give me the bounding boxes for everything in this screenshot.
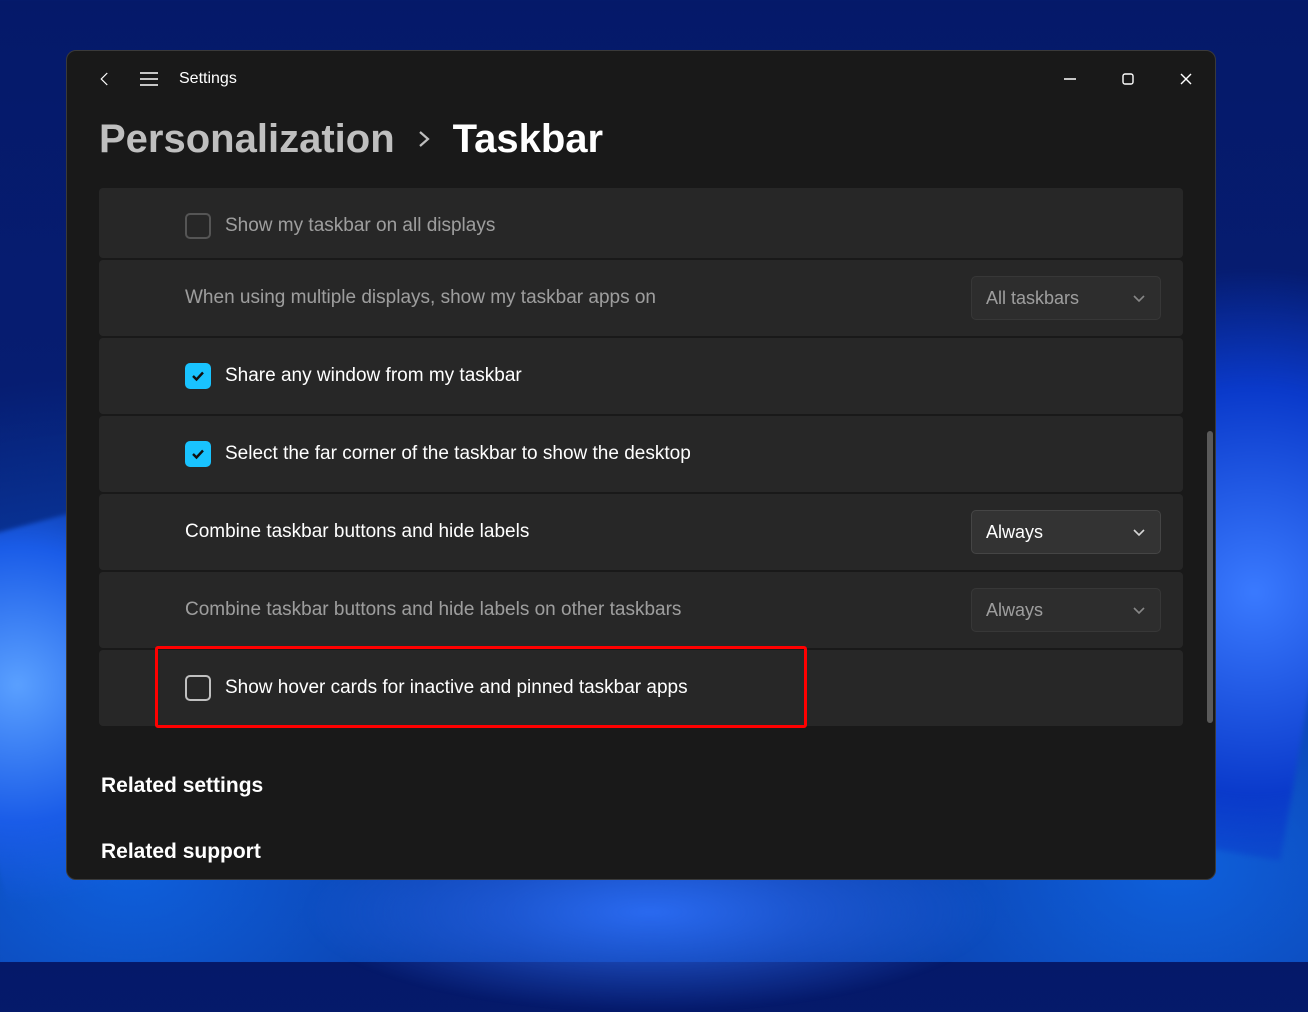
settings-window: Settings Personalization Taskbar Show [66,50,1216,880]
dropdown-value: Always [986,600,1043,621]
hamburger-menu-icon[interactable] [127,57,171,101]
row-show-all-displays: Show my taskbar on all displays [99,188,1183,258]
label-combine-other: Combine taskbar buttons and hide labels … [185,599,681,621]
breadcrumb: Personalization Taskbar [99,117,1183,162]
back-button[interactable] [83,57,127,101]
window-controls [1041,57,1215,101]
label-combine: Combine taskbar buttons and hide labels [185,521,529,543]
chevron-down-icon [1132,522,1146,543]
app-title: Settings [179,70,237,88]
row-hover-cards: Show hover cards for inactive and pinned… [99,650,1183,726]
titlebar: Settings [67,51,1215,107]
row-combine: Combine taskbar buttons and hide labels … [99,494,1183,570]
close-button[interactable] [1157,57,1215,101]
breadcrumb-current: Taskbar [453,117,603,162]
label-hover-cards: Show hover cards for inactive and pinned… [225,677,688,699]
chevron-right-icon [417,128,431,154]
row-multi-show-on: When using multiple displays, show my ta… [99,260,1183,336]
checkbox-hover-cards[interactable] [185,675,211,701]
label-share-window: Share any window from my taskbar [225,365,522,387]
minimize-button[interactable] [1041,57,1099,101]
row-far-corner: Select the far corner of the taskbar to … [99,416,1183,492]
dropdown-multi-show-on[interactable]: All taskbars [971,276,1161,320]
content-area: Personalization Taskbar Show my taskbar … [67,107,1215,879]
checkbox-show-all-displays[interactable] [185,213,211,239]
checkbox-far-corner[interactable] [185,441,211,467]
chevron-down-icon [1132,288,1146,309]
label-show-all-displays: Show my taskbar on all displays [225,215,495,237]
related-support-header: Related support [101,840,1183,864]
row-share-window: Share any window from my taskbar [99,338,1183,414]
dropdown-combine[interactable]: Always [971,510,1161,554]
label-multi-show-on: When using multiple displays, show my ta… [185,287,656,309]
related-settings-header: Related settings [101,774,1183,798]
label-far-corner: Select the far corner of the taskbar to … [225,443,691,465]
checkbox-share-window[interactable] [185,363,211,389]
breadcrumb-parent[interactable]: Personalization [99,117,395,162]
chevron-down-icon [1132,600,1146,621]
maximize-button[interactable] [1099,57,1157,101]
dropdown-combine-other[interactable]: Always [971,588,1161,632]
scrollbar[interactable] [1207,431,1213,723]
dropdown-value: Always [986,522,1043,543]
row-combine-other: Combine taskbar buttons and hide labels … [99,572,1183,648]
settings-list: Show my taskbar on all displays When usi… [99,188,1183,726]
dropdown-value: All taskbars [986,288,1079,309]
